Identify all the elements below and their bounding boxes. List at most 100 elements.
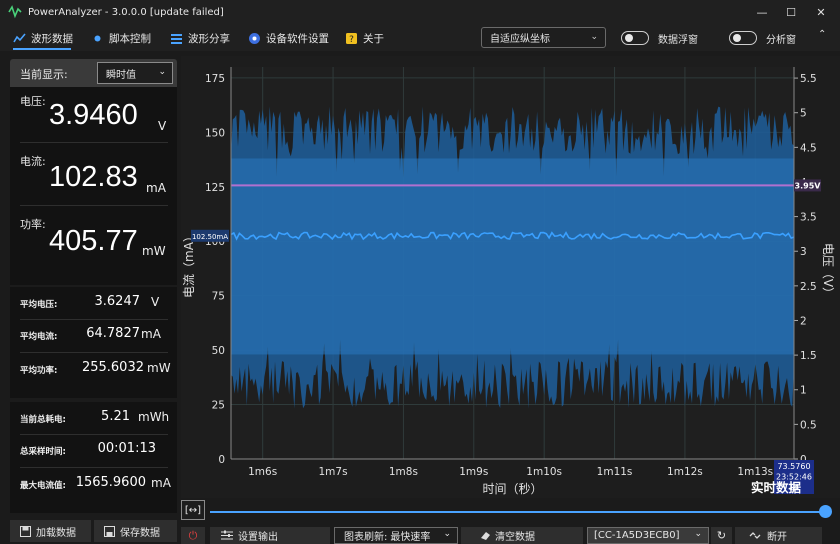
avg-voltage-label: 平均电压: bbox=[20, 300, 58, 310]
total-energy-label: 当前总耗电: bbox=[20, 415, 66, 425]
divider bbox=[20, 205, 168, 206]
total-energy-value: 5.21 bbox=[101, 409, 130, 424]
refresh-rate-label: 图表刷新: bbox=[344, 532, 388, 543]
x-axis-title: 时间（秒） bbox=[482, 482, 542, 496]
time-scroll-thumb[interactable] bbox=[819, 505, 832, 518]
reconnect-button[interactable]: ↻ bbox=[711, 527, 732, 544]
y-left-tick-label: 25 bbox=[212, 400, 225, 412]
chart-canvas: 1m6s 1m7s 1m8s 1m9s 1m10s 1m11s 1m12s 1m13s0255… bbox=[182, 67, 835, 496]
max-current-label: 最大电流值: bbox=[20, 481, 66, 491]
max-current-unit: mA bbox=[151, 476, 171, 490]
settings-icon bbox=[248, 32, 261, 45]
current-core-area bbox=[231, 158, 794, 355]
app-logo-icon bbox=[8, 5, 22, 19]
load-data-button[interactable]: 加载数据 bbox=[10, 520, 91, 542]
collapse-panel-icon[interactable]: ⌃ bbox=[818, 29, 826, 40]
y-left-tick-label: 50 bbox=[212, 345, 225, 357]
sliders-icon bbox=[221, 530, 233, 541]
tab-label: 脚本控制 bbox=[109, 32, 151, 45]
maximize-button[interactable]: ☐ bbox=[776, 0, 806, 24]
disconnect-button[interactable]: 断开 bbox=[735, 527, 822, 544]
current-unit: mA bbox=[146, 181, 166, 195]
tab-label: 波形数据 bbox=[31, 32, 73, 45]
avg-current-value: 64.7827 bbox=[86, 326, 140, 341]
power-value: 405.77 bbox=[49, 225, 138, 257]
tab-device-settings[interactable]: 设备软件设置 bbox=[248, 28, 329, 48]
svg-text:?: ? bbox=[349, 35, 354, 45]
max-current-value: 1565.9600 bbox=[75, 475, 146, 490]
totals-panel: 当前总耗电: 5.21 mWh 总采样时间: 00:01:13 最大电流值: 1… bbox=[10, 402, 177, 513]
axis-mode-value: 自适应纵坐标 bbox=[490, 34, 550, 45]
avg-current-unit: mA bbox=[141, 327, 161, 341]
y-right-tick-label: 4.5 bbox=[800, 142, 817, 154]
app-window: PowerAnalyzer - 3.0.0.0 [update failed] … bbox=[0, 0, 840, 544]
data-float-label: 数据浮窗 bbox=[658, 35, 698, 46]
active-tab-indicator bbox=[13, 48, 71, 50]
averages-panel: 平均电压: 3.6247 V 平均电流: 64.7827 mA 平均功率: 25… bbox=[10, 287, 177, 398]
data-float-toggle[interactable] bbox=[621, 31, 649, 45]
load-icon bbox=[20, 525, 31, 537]
settings-output-label: 设置输出 bbox=[238, 532, 278, 543]
realtime-label: 实时数据 bbox=[751, 480, 802, 495]
current-label: 电流: bbox=[20, 155, 46, 168]
x-tick-label: 1m6s bbox=[248, 466, 277, 478]
y-right-tick-label: 5 bbox=[800, 108, 807, 120]
eraser-icon bbox=[479, 530, 491, 544]
analysis-label: 分析窗 bbox=[766, 35, 796, 46]
y-left-tick-label: 125 bbox=[205, 182, 225, 194]
x-tick-label: 1m7s bbox=[319, 466, 348, 478]
y-right-axis-title: 电压（V） bbox=[821, 243, 835, 299]
settings-output-button[interactable]: 设置输出 bbox=[210, 527, 330, 544]
refresh-rate-select[interactable]: 图表刷新: 最快速率 ⌄ bbox=[334, 527, 458, 544]
fit-icon: [↔] bbox=[184, 504, 202, 516]
tab-about[interactable]: ? 关于 bbox=[345, 28, 384, 48]
power-icon[interactable]: ⏻ bbox=[181, 527, 205, 544]
y-right-tick-label: 3 bbox=[800, 246, 807, 258]
power-unit: mW bbox=[142, 244, 166, 258]
tab-waveform-share[interactable]: 波形分享 bbox=[170, 28, 230, 48]
display-mode-select[interactable]: 瞬时值 ⌄ bbox=[97, 62, 173, 84]
divider bbox=[20, 434, 168, 435]
chevron-down-icon: ⌄ bbox=[590, 32, 598, 42]
tab-script-control[interactable]: 脚本控制 bbox=[91, 28, 151, 48]
y-right-tick-label: 1.5 bbox=[800, 350, 817, 362]
cursor-readout-line: 73.5760 bbox=[777, 462, 810, 471]
y-left-tick-label: 175 bbox=[205, 73, 225, 85]
voltage-unit: V bbox=[158, 119, 167, 133]
voltage-value: 3.9460 bbox=[49, 99, 138, 131]
current-series bbox=[231, 106, 794, 409]
axis-mode-select[interactable]: 自适应纵坐标 ⌄ bbox=[481, 27, 606, 48]
avg-voltage-value: 3.6247 bbox=[94, 294, 141, 309]
refresh-icon: ↻ bbox=[716, 529, 727, 542]
x-tick-label: 1m10s bbox=[526, 466, 562, 478]
tab-label: 波形分享 bbox=[188, 32, 230, 45]
title-bar: PowerAnalyzer - 3.0.0.0 [update failed] … bbox=[0, 0, 840, 24]
tab-waveform-data[interactable]: 波形数据 bbox=[13, 28, 73, 48]
clear-data-label: 清空数据 bbox=[495, 532, 535, 543]
voltage-marker-label: 3.95V bbox=[795, 181, 822, 190]
avg-power-label: 平均功率: bbox=[20, 366, 58, 376]
avg-current-label: 平均电流: bbox=[20, 332, 58, 342]
power-label: 功率: bbox=[20, 218, 46, 231]
current-marker-label: 102.50mA bbox=[192, 233, 228, 241]
x-tick-label: 1m11s bbox=[597, 466, 633, 478]
y-right-tick-label: 2.5 bbox=[800, 281, 817, 293]
minimize-button[interactable]: — bbox=[747, 0, 777, 24]
device-select[interactable]: [CC-1A5D3ECB0] ⌄ bbox=[587, 527, 709, 544]
clear-data-button[interactable]: 清空数据 bbox=[461, 527, 583, 544]
device-value: [CC-1A5D3ECB0] bbox=[594, 530, 680, 541]
save-data-button[interactable]: 保存数据 bbox=[94, 520, 177, 542]
waveform-chart[interactable]: 1m6s 1m7s 1m8s 1m9s 1m10s 1m11s 1m12s 1m13s 0 25 5… bbox=[181, 56, 840, 498]
close-button[interactable]: ✕ bbox=[806, 0, 836, 24]
toggle-knob bbox=[733, 34, 741, 42]
avg-power-value: 255.6032 bbox=[81, 360, 144, 375]
refresh-rate-value: 最快速率 bbox=[390, 532, 431, 543]
info-icon: ? bbox=[345, 32, 358, 45]
analysis-toggle[interactable] bbox=[729, 31, 757, 45]
y-left-tick-label: 0 bbox=[218, 454, 225, 466]
time-scroll-track[interactable] bbox=[210, 511, 826, 513]
avg-voltage-unit: V bbox=[151, 295, 160, 309]
fit-view-button[interactable]: [↔] bbox=[181, 500, 205, 520]
divider bbox=[20, 142, 168, 143]
y-right-tick-label: 0.5 bbox=[800, 419, 817, 431]
